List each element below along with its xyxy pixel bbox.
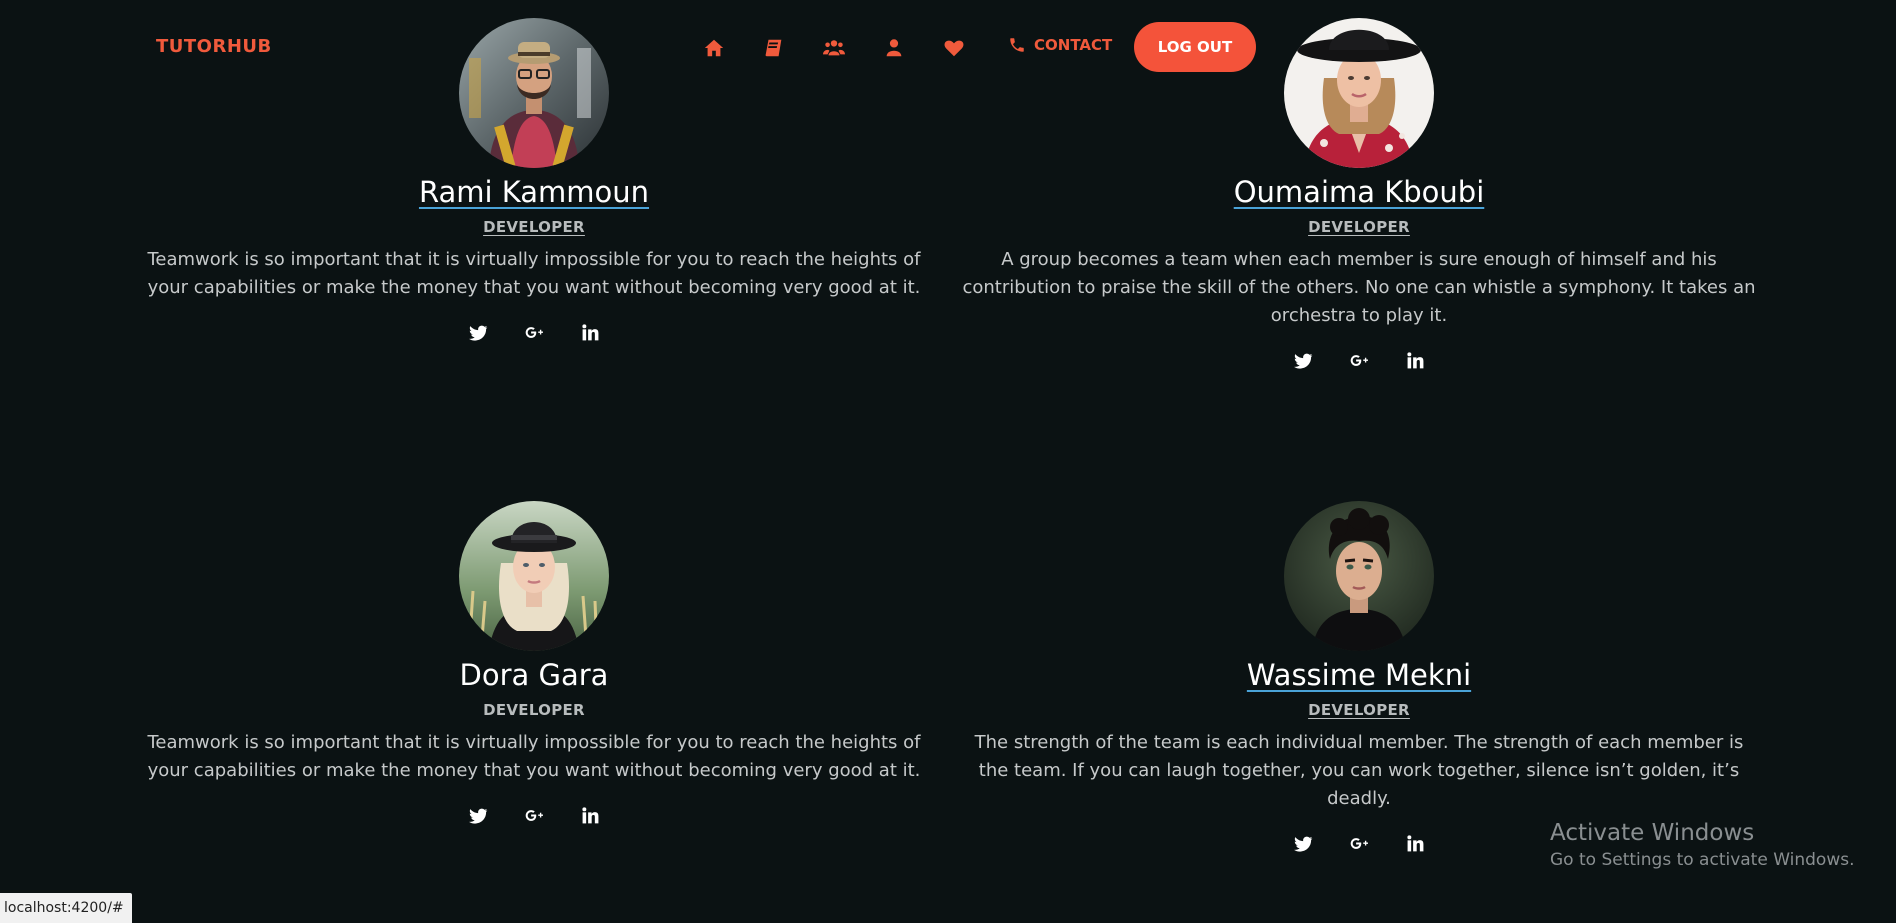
linkedin-icon[interactable]	[1403, 831, 1427, 855]
status-bar-url: localhost:4200/#	[0, 893, 132, 923]
member-quote: Teamwork is so important that it is virt…	[147, 249, 921, 298]
windows-activation-watermark: Activate Windows Go to Settings to activ…	[1550, 818, 1855, 872]
linkedin-icon[interactable]	[578, 803, 602, 827]
avatar	[1284, 18, 1434, 168]
watermark-subtitle: Go to Settings to activate Windows.	[1550, 850, 1855, 870]
member-role[interactable]: DEVELOPER	[949, 218, 1769, 236]
member-role[interactable]: DEVELOPER	[124, 218, 944, 236]
member-name: Dora Gara	[459, 658, 609, 692]
team-member-card: Dora Gara DEVELOPER Teamwork is so impor…	[124, 501, 944, 827]
google-plus-icon[interactable]	[522, 803, 546, 827]
social-links	[124, 320, 944, 344]
google-plus-icon[interactable]	[1347, 348, 1371, 372]
member-role: DEVELOPER	[483, 701, 585, 719]
google-plus-icon[interactable]	[1347, 831, 1371, 855]
member-name-link[interactable]: Rami Kammoun	[419, 174, 649, 210]
member-quote: Teamwork is so important that it is virt…	[147, 732, 921, 781]
twitter-icon[interactable]	[466, 803, 490, 827]
linkedin-icon[interactable]	[578, 320, 602, 344]
avatar	[459, 501, 609, 651]
member-quote: The strength of the team is each individ…	[974, 732, 1744, 809]
member-quote: A group becomes a team when each member …	[962, 249, 1756, 326]
avatar	[1284, 501, 1434, 651]
member-name-link[interactable]: Oumaima Kboubi	[1234, 174, 1485, 210]
team-member-card: Rami Kammoun DEVELOPER Teamwork is so im…	[124, 18, 944, 344]
team-member-card: Oumaima Kboubi DEVELOPER A group becomes…	[949, 18, 1769, 372]
social-links	[124, 803, 944, 827]
social-links	[949, 348, 1769, 372]
linkedin-icon[interactable]	[1403, 348, 1427, 372]
avatar	[459, 18, 609, 168]
team-member-card: Wassime Mekni DEVELOPER The strength of …	[949, 501, 1769, 855]
member-name-link[interactable]: Wassime Mekni	[1247, 657, 1471, 693]
team-page: TUTORHUB CONTACT LOG OUT Rami Kammoun DE…	[0, 0, 1896, 923]
twitter-icon[interactable]	[1291, 348, 1315, 372]
google-plus-icon[interactable]	[522, 320, 546, 344]
member-role[interactable]: DEVELOPER	[949, 701, 1769, 719]
twitter-icon[interactable]	[466, 320, 490, 344]
watermark-title: Activate Windows	[1550, 820, 1755, 846]
twitter-icon[interactable]	[1291, 831, 1315, 855]
